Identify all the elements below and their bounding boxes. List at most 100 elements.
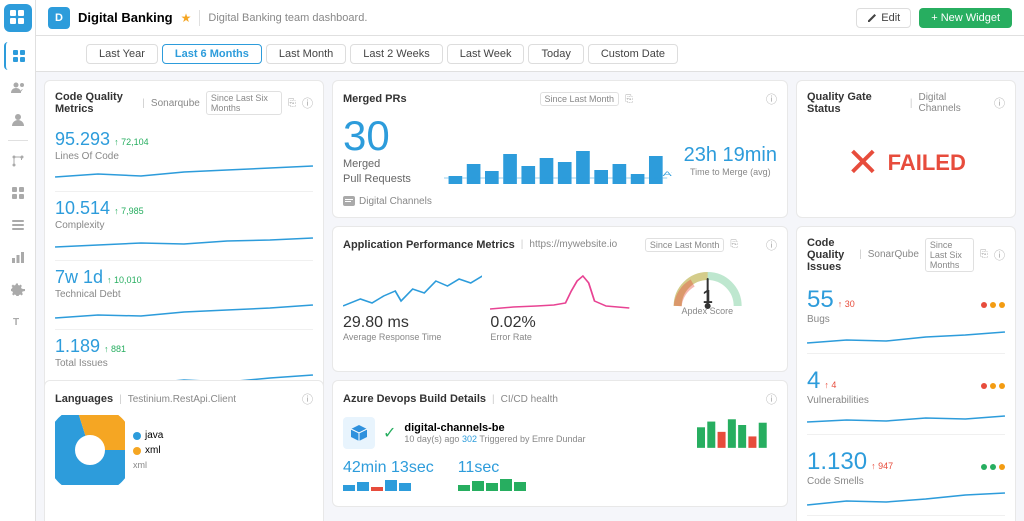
- apm-response-time: 29.80 ms Average Response Time: [343, 261, 482, 342]
- cqm-title: Code Quality Metrics: [55, 91, 136, 115]
- total-issues-label: Total Issues: [55, 358, 313, 369]
- edit-button[interactable]: Edit: [856, 8, 911, 28]
- sidebar-item-grid2[interactable]: [4, 179, 32, 207]
- lang-legend: java xml xml: [133, 430, 163, 470]
- qg-source: Digital Channels: [918, 92, 988, 114]
- complexity-value: 10.514: [55, 198, 110, 219]
- xml-dot: [133, 447, 141, 455]
- sidebar-item-branch[interactable]: [4, 147, 32, 175]
- time-btn-last-2-weeks[interactable]: Last 2 Weeks: [350, 44, 442, 64]
- vuln-dot-2: [990, 383, 996, 389]
- qg-info[interactable]: ⓘ: [994, 95, 1005, 111]
- build-meta: 10 day(s) ago 302 Triggered by Emre Dund…: [404, 434, 585, 444]
- quality-gate-card: Quality Gate Status | Digital Channels ⓘ…: [796, 80, 1016, 218]
- bottom-middle: Azure Devops Build Details | CI/CD healt…: [332, 380, 788, 521]
- error-rate-label: Error Rate: [490, 332, 629, 342]
- lang-xml-pct: xml: [133, 460, 163, 470]
- cqi-since: Since Last Six Months: [925, 238, 974, 272]
- azure-stat-build: 42min 13sec: [343, 459, 434, 496]
- tech-debt-change: ↑ 10,010: [107, 275, 142, 285]
- main-content: D Digital Banking ★ Digital Banking team…: [36, 0, 1024, 521]
- svg-text:1: 1: [702, 287, 712, 307]
- svg-text:T: T: [13, 317, 19, 328]
- azure-test-duration: 11sec: [458, 459, 538, 477]
- bugs-change: ↑ 30: [838, 299, 855, 309]
- bug-dot-3: [999, 302, 1005, 308]
- azure-devops-card: Azure Devops Build Details | CI/CD healt…: [332, 380, 788, 507]
- cqm-header: Code Quality Metrics | Sonarqube Since L…: [55, 91, 313, 115]
- star-icon[interactable]: ★: [181, 11, 192, 25]
- merged-prs-time-section: 23h 19min Time to Merge (avg): [684, 144, 777, 177]
- java-dot: [133, 432, 141, 440]
- bugs-label: Bugs: [807, 314, 855, 325]
- build-trigger-link[interactable]: 302: [462, 434, 477, 444]
- apm-copy[interactable]: ⎘: [730, 239, 738, 250]
- azure-build-icon: [343, 417, 375, 449]
- sidebar: T: [0, 0, 36, 521]
- cqi-code-smells: 1.130 ↑ 947 Code Smells: [807, 443, 1005, 516]
- metric-complexity: 10.514 ↑ 7,985 Complexity: [55, 192, 313, 261]
- cqm-since: Since Last Six Months: [206, 91, 282, 115]
- merged-prs-card: Merged PRs Since Last Month ⎘ ⓘ 30 Merge…: [332, 80, 788, 218]
- tech-debt-value: 7w 1d: [55, 267, 103, 288]
- smells-dot-2: [990, 464, 996, 470]
- cqi-source: SonarQube: [868, 249, 919, 260]
- time-btn-last-6-months[interactable]: Last 6 Months: [162, 44, 262, 64]
- time-btn-last-month[interactable]: Last Month: [266, 44, 346, 64]
- qg-status: FAILED: [888, 150, 966, 176]
- app-logo[interactable]: [4, 4, 32, 32]
- total-issues-value: 1.189: [55, 336, 100, 357]
- qg-title: Quality Gate Status: [807, 91, 904, 115]
- response-time-label: Average Response Time: [343, 332, 482, 342]
- sidebar-item-chart[interactable]: [4, 243, 32, 271]
- sidebar-item-person[interactable]: [4, 106, 32, 134]
- time-btn-custom[interactable]: Custom Date: [588, 44, 678, 64]
- azure-build-item: ✓ digital-channels-be 10 day(s) ago 302 …: [343, 415, 777, 451]
- dashboard-grid: Code Quality Metrics | Sonarqube Since L…: [36, 72, 1024, 521]
- azure-info[interactable]: ⓘ: [766, 391, 777, 407]
- bug-dot-2: [990, 302, 996, 308]
- sidebar-item-settings[interactable]: [4, 275, 32, 303]
- smells-dot-3: [999, 464, 1005, 470]
- time-btn-today[interactable]: Today: [528, 44, 583, 64]
- time-btn-last-year[interactable]: Last Year: [86, 44, 158, 64]
- cqm-copy-icon[interactable]: ⎘: [288, 98, 296, 109]
- build-info: digital-channels-be 10 day(s) ago 302 Tr…: [404, 422, 585, 444]
- loc-value: 95.293: [55, 129, 110, 150]
- cqm-info-icon[interactable]: ⓘ: [302, 95, 313, 111]
- merged-prs-since: Since Last Month: [540, 92, 620, 106]
- qg-content: ✕ FAILED: [807, 123, 1005, 203]
- time-to-merge-value: 23h 19min: [684, 144, 777, 167]
- cqi-bugs: 55 ↑ 30 Bugs: [807, 281, 1005, 354]
- time-btn-last-week[interactable]: Last Week: [447, 44, 525, 64]
- merged-prs-chart: Avg: [444, 136, 672, 186]
- sidebar-item-dashboard[interactable]: [4, 42, 32, 70]
- sidebar-divider: [8, 140, 28, 141]
- error-rate-value: 0.02%: [490, 314, 629, 332]
- azure-source: CI/CD health: [501, 394, 558, 405]
- azure-build-chart: [697, 415, 777, 451]
- merged-prs-info[interactable]: ⓘ: [766, 91, 777, 107]
- apm-since: Since Last Month: [645, 238, 725, 252]
- merged-prs-copy[interactable]: ⎘: [625, 94, 633, 105]
- qg-x-icon: ✕: [846, 140, 880, 186]
- apm-title: Application Performance Metrics: [343, 239, 515, 251]
- build-name: digital-channels-be: [404, 422, 585, 434]
- cqi-copy[interactable]: ⎘: [980, 249, 988, 260]
- languages-card: Languages | Testinium.RestApi.Client ⓘ j…: [44, 380, 324, 521]
- apm-info[interactable]: ⓘ: [766, 237, 777, 253]
- lang-java: java: [133, 430, 163, 441]
- cqi-info[interactable]: ⓘ: [994, 247, 1005, 263]
- azure-stat-test: 11sec: [458, 459, 538, 496]
- apm-content: 29.80 ms Average Response Time 0.02% Err…: [343, 261, 777, 342]
- project-name: Digital Banking: [78, 10, 173, 25]
- smells-dot-1: [981, 464, 987, 470]
- lang-info[interactable]: ⓘ: [302, 391, 313, 407]
- new-widget-button[interactable]: + New Widget: [919, 8, 1012, 28]
- sidebar-item-list[interactable]: [4, 211, 32, 239]
- bugs-value: 55: [807, 286, 834, 314]
- svg-text:Avg: Avg: [662, 171, 671, 178]
- sidebar-item-users[interactable]: [4, 74, 32, 102]
- tech-debt-label: Technical Debt: [55, 289, 313, 300]
- sidebar-item-type[interactable]: T: [4, 307, 32, 335]
